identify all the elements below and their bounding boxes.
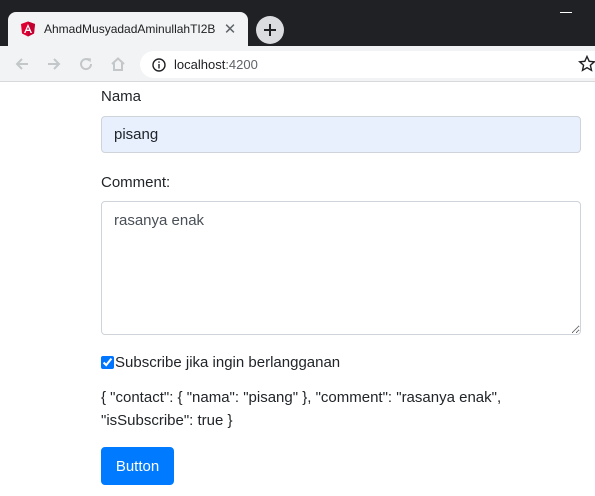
address-bar[interactable]: localhost:4200 [140,51,595,78]
subscribe-checkbox[interactable] [101,356,114,369]
nama-input[interactable] [101,116,581,153]
reload-icon [80,58,93,71]
browser-tab[interactable]: AhmadMusyadadAminullahTI2B ✕ [8,12,248,46]
arrow-right-icon [48,58,61,70]
subscribe-label: Subscribe jika ingin berlangganan [115,354,341,371]
url-host: localhost [174,57,226,72]
new-tab-button[interactable] [256,16,284,44]
browser-tab-strip: AhmadMusyadadAminullahTI2B ✕ [0,0,595,46]
arrow-left-icon [15,58,28,70]
home-button[interactable] [108,54,128,74]
reload-button[interactable] [76,54,96,74]
close-icon[interactable]: ✕ [222,20,238,38]
bookmark-star-icon[interactable] [578,54,595,73]
home-icon [111,57,125,71]
angular-icon [20,21,36,37]
form-json-output: { "contact": { "nama": "pisang" }, "comm… [101,389,502,429]
back-button[interactable] [12,54,32,74]
forward-button[interactable] [44,54,64,74]
browser-toolbar: localhost:4200 [0,46,595,82]
comment-label: Comment: [101,174,171,191]
info-icon[interactable] [152,57,166,72]
tab-title: AhmadMusyadadAminullahTI2B [44,22,216,36]
minimize-button[interactable] [560,12,572,13]
plus-icon [264,24,276,36]
submit-button[interactable]: Button [101,447,174,485]
page-content: Nama Comment: rasanya enak Subscribe jik… [0,82,595,496]
comment-textarea[interactable]: rasanya enak [101,201,581,335]
url-port: :4200 [225,57,258,72]
nama-label: Nama [101,88,142,105]
subscribe-row: Subscribe jika ingin berlangganan [101,354,340,371]
